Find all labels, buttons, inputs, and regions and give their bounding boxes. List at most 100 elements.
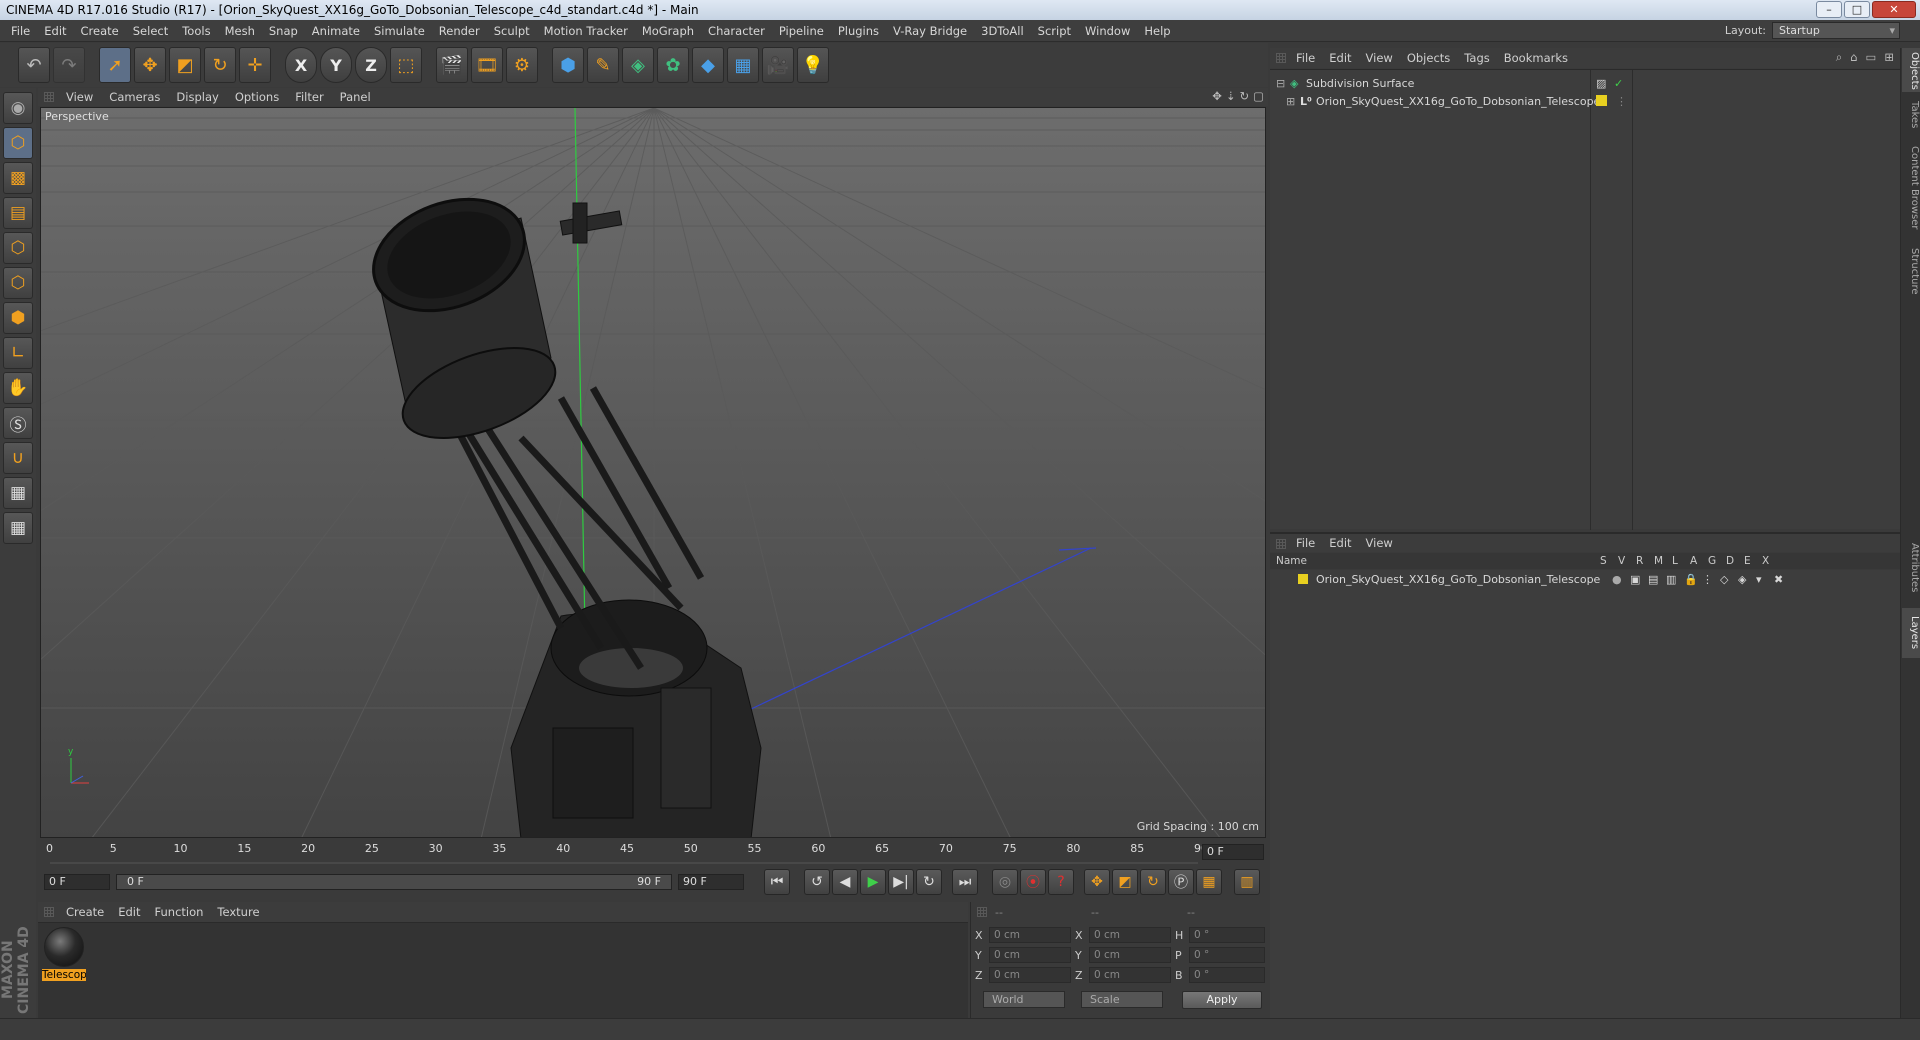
size-y-field[interactable]: 0 cm <box>1089 947 1171 963</box>
view-icon[interactable]: ▣ <box>1630 573 1648 586</box>
tab-takes[interactable]: Takes <box>1902 96 1920 134</box>
object-menu-objects[interactable]: Objects <box>1407 51 1450 65</box>
solo-icon[interactable]: ● <box>1612 573 1630 586</box>
minimize-button[interactable]: – <box>1816 1 1842 18</box>
apply-button[interactable]: Apply <box>1182 991 1262 1009</box>
tab-objects[interactable]: Objects <box>1902 48 1920 92</box>
tab-structure[interactable]: Structure <box>1902 242 1920 300</box>
viewport-menu-filter[interactable]: Filter <box>295 90 323 104</box>
viewport-rotate-icon[interactable]: ↻ <box>1239 89 1249 103</box>
menu-3dtoall[interactable]: 3DToAll <box>974 24 1031 38</box>
edges-mode-icon[interactable]: ⬡ <box>3 267 33 299</box>
generators-icon[interactable]: ◇ <box>1720 573 1738 586</box>
rotation-b-field[interactable]: 0 ° <box>1189 967 1265 983</box>
scale-tool-icon[interactable]: ◩ <box>169 47 201 83</box>
rotation-p-field[interactable]: 0 ° <box>1189 947 1265 963</box>
layer-row-telescope[interactable]: Orion_SkyQuest_XX16g_GoTo_Dobsonian_Tele… <box>1270 570 1900 588</box>
deformers-icon[interactable]: ◈ <box>1738 573 1756 586</box>
menu-plugins[interactable]: Plugins <box>831 24 886 38</box>
live-selection-icon[interactable]: ➚ <box>99 47 131 83</box>
go-to-start-icon[interactable]: ⏮ <box>764 869 790 895</box>
y-axis-lock-icon[interactable]: Y <box>320 47 352 83</box>
menu-help[interactable]: Help <box>1137 24 1177 38</box>
xref-icon[interactable]: ✖ <box>1774 573 1792 586</box>
end-frame-field[interactable]: 90 F <box>678 874 744 890</box>
timeline-window-icon[interactable]: ▥ <box>1234 869 1260 895</box>
viewport-menu-cameras[interactable]: Cameras <box>109 90 160 104</box>
next-frame-icon[interactable]: ▶| <box>888 869 914 895</box>
layer-menu-view[interactable]: View <box>1366 536 1393 550</box>
tab-content-browser[interactable]: Content Browser <box>1902 138 1920 238</box>
visibility-dots-icon[interactable]: ⋮ <box>1616 95 1627 108</box>
rotation-h-field[interactable]: 0 ° <box>1189 927 1265 943</box>
menu-render[interactable]: Render <box>432 24 487 38</box>
rotate-tool-icon[interactable]: ↻ <box>204 47 236 83</box>
floor-icon[interactable]: ▦ <box>727 47 759 83</box>
size-z-field[interactable]: 0 cm <box>1089 967 1171 983</box>
menu-snap[interactable]: Snap <box>262 24 305 38</box>
rotation-key-icon[interactable]: ↻ <box>1140 869 1166 895</box>
recent-tool-icon[interactable]: ✛ <box>239 47 271 83</box>
material-menu-edit[interactable]: Edit <box>118 905 140 919</box>
go-to-end-icon[interactable]: ⏭ <box>952 869 978 895</box>
menu-create[interactable]: Create <box>74 24 126 38</box>
spline-pen-icon[interactable]: ✎ <box>587 47 619 83</box>
menu-pipeline[interactable]: Pipeline <box>772 24 831 38</box>
keyframe-selection-icon[interactable]: ? <box>1048 869 1074 895</box>
start-frame-field[interactable]: 0 F <box>44 874 110 890</box>
layer-color-swatch[interactable] <box>1298 574 1308 584</box>
position-key-icon[interactable]: ✥ <box>1084 869 1110 895</box>
texture-mode-icon[interactable]: ▩ <box>3 162 33 194</box>
position-x-field[interactable]: 0 cm <box>989 927 1071 943</box>
size-mode-dropdown[interactable]: Scale <box>1081 991 1163 1008</box>
object-menu-view[interactable]: View <box>1366 51 1393 65</box>
expand-icon[interactable]: ⊞ <box>1884 50 1894 65</box>
snap-icon[interactable]: Ⓢ <box>3 407 33 439</box>
menu-file[interactable]: File <box>4 24 37 38</box>
model-mode-icon[interactable]: ⬡ <box>3 127 33 159</box>
object-menu-tags[interactable]: Tags <box>1464 51 1489 65</box>
viewport-menu-display[interactable]: Display <box>176 90 218 104</box>
object-menu-file[interactable]: File <box>1296 51 1315 65</box>
workplane-mode-icon[interactable]: ▤ <box>3 197 33 229</box>
move-tool-icon[interactable]: ✥ <box>134 47 166 83</box>
layout-dropdown[interactable]: Startup <box>1772 22 1900 39</box>
collapse-icon[interactable]: ⊟ <box>1276 77 1286 90</box>
menu-character[interactable]: Character <box>701 24 772 38</box>
expressions-icon[interactable]: ▾ <box>1756 573 1774 586</box>
menu-motion-tracker[interactable]: Motion Tracker <box>537 24 635 38</box>
position-z-field[interactable]: 0 cm <box>989 967 1071 983</box>
search-icon[interactable]: ⌕ <box>1836 50 1842 65</box>
render-icon[interactable]: ▤ <box>1648 573 1666 586</box>
menu-sculpt[interactable]: Sculpt <box>487 24 537 38</box>
object-row-subdivision[interactable]: ⊟ ◈ Subdivision Surface ▨ ✓ <box>1270 74 1900 92</box>
layer-menu-file[interactable]: File <box>1296 536 1315 550</box>
viewport-menu-view[interactable]: View <box>66 90 93 104</box>
menu-vray-bridge[interactable]: V-Ray Bridge <box>886 24 974 38</box>
cloner-icon[interactable]: ✿ <box>657 47 689 83</box>
menu-simulate[interactable]: Simulate <box>367 24 432 38</box>
locked-icon[interactable]: 🔒 <box>1684 573 1702 586</box>
layer-color-swatch[interactable] <box>1596 95 1607 106</box>
viewport-zoom-icon[interactable]: ⇣ <box>1226 89 1236 103</box>
viewport-move-icon[interactable]: ✥ <box>1212 89 1222 103</box>
menu-mesh[interactable]: Mesh <box>218 24 262 38</box>
material-menu-texture[interactable]: Texture <box>217 905 259 919</box>
enabled-check-icon[interactable]: ✓ <box>1614 77 1623 90</box>
make-editable-icon[interactable]: ◉ <box>3 92 33 124</box>
light-icon[interactable]: 💡 <box>797 47 829 83</box>
material-menu-create[interactable]: Create <box>66 905 104 919</box>
next-key-icon[interactable]: ↻ <box>916 869 942 895</box>
coordinate-space-dropdown[interactable]: World <box>983 991 1065 1008</box>
size-x-field[interactable]: 0 cm <box>1089 927 1171 943</box>
camera-icon[interactable]: 🎥 <box>762 47 794 83</box>
material-telescope[interactable]: Telescop <box>42 927 86 981</box>
viewport-maximize-icon[interactable]: ▢ <box>1253 89 1264 103</box>
undo-icon[interactable]: ↶ <box>18 47 50 83</box>
visibility-toggle-icon[interactable]: ▨ <box>1596 77 1606 90</box>
polygons-mode-icon[interactable]: ⬢ <box>3 302 33 334</box>
autokeying-icon[interactable]: ⦿ <box>1020 869 1046 895</box>
menu-script[interactable]: Script <box>1031 24 1078 38</box>
home-icon[interactable]: ⌂ <box>1850 50 1857 65</box>
viewport-menu-panel[interactable]: Panel <box>340 90 371 104</box>
